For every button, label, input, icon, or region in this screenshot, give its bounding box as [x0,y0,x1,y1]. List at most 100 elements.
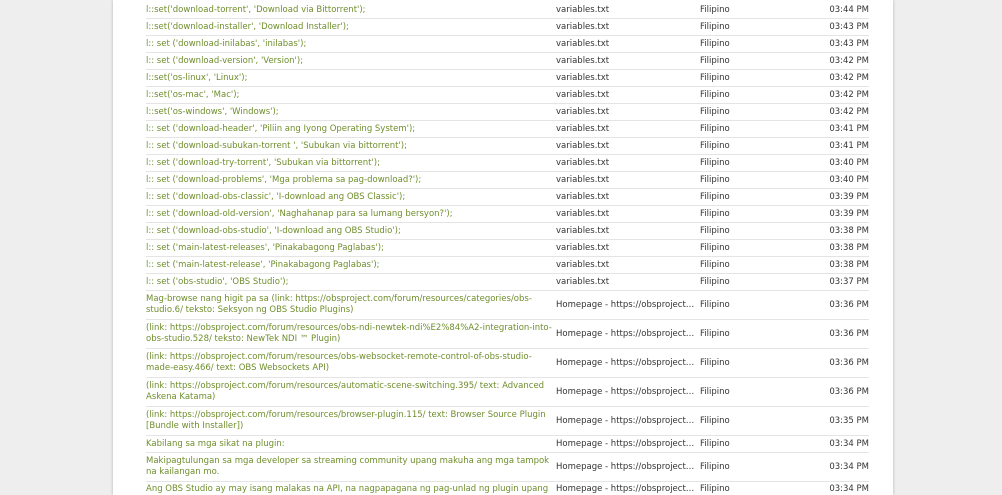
source-text-cell: Kabilang sa mga sikat na plugin: [146,438,285,449]
table-row[interactable]: (link: https://obsproject.com/forum/reso… [146,407,869,436]
file-name-cell: variables.txt [556,72,610,83]
language-cell: Filipino [700,276,730,287]
table-row[interactable]: l::set('os-linux', 'Linux'); variables.tx… [146,70,869,87]
source-text-cell: l:: set ('download-try-torrent', 'Subuka… [146,157,380,168]
language-cell: Filipino [700,386,730,397]
source-text-cell: l:: set ('download-problems', 'Mga probl… [146,174,422,185]
table-row[interactable]: l:: set ('main-latest-releases', 'Pinaka… [146,240,869,257]
timestamp-cell: 03:41 PM [829,123,869,134]
source-text-cell: Makipagtulungan sa mga developer sa stre… [146,456,550,477]
table-row[interactable]: (link: https://obsproject.com/forum/reso… [146,378,869,407]
table-row[interactable]: Ang OBS Studio ay may isang malakas na A… [146,482,869,495]
file-name-cell: Homepage - https://obsproject.c... [556,438,700,449]
file-name-cell: variables.txt [556,38,610,49]
file-name-cell: variables.txt [556,140,610,151]
timestamp-cell: 03:44 PM [829,4,869,15]
language-cell: Filipino [700,259,730,270]
file-name-cell: variables.txt [556,123,610,134]
file-name-cell: variables.txt [556,225,610,236]
table-row[interactable]: l:: set ('download-inilabas', 'inilabas'… [146,36,869,53]
file-name-cell: Homepage - https://obsproject.c... [556,461,700,472]
source-text-cell: l::set('os-linux', 'Linux'); [146,72,248,83]
file-name-cell: variables.txt [556,157,610,168]
file-name-cell: variables.txt [556,191,610,202]
table-row[interactable]: Mag-browse nang higit pa sa (link: https… [146,291,869,320]
source-text-cell: Mag-browse nang higit pa sa (link: https… [146,294,532,315]
file-name-cell: variables.txt [556,242,610,253]
table-row[interactable]: l:: set ('download-version', 'Version');… [146,53,869,70]
language-cell: Filipino [700,174,730,185]
source-text-cell: l::set('os-mac', 'Mac'); [146,89,240,100]
language-cell: Filipino [700,106,730,117]
timestamp-cell: 03:35 PM [829,415,869,426]
timestamp-cell: 03:42 PM [829,72,869,83]
translation-history-list: l::set('download-torrent', 'Download via… [146,2,869,495]
table-row[interactable]: l:: set ('download-header', 'Piliin ang … [146,121,869,138]
source-text-cell: (link: https://obsproject.com/forum/reso… [146,352,532,373]
source-text-cell: l:: set ('obs-studio', 'OBS Studio'); [146,276,289,287]
timestamp-cell: 03:38 PM [829,225,869,236]
timestamp-cell: 03:38 PM [829,259,869,270]
table-row[interactable]: l:: set ('obs-studio', 'OBS Studio'); var… [146,274,869,291]
language-cell: Filipino [700,242,730,253]
source-text-cell: l:: set ('download-header', 'Piliin ang … [146,123,416,134]
language-cell: Filipino [700,225,730,236]
file-name-cell: Homepage - https://obsproject.c... [556,484,700,494]
table-row[interactable]: l:: set ('download-subukan-torrent ', 'S… [146,138,869,155]
file-name-cell: Homepage - https://obsproject.c... [556,357,700,368]
timestamp-cell: 03:40 PM [829,157,869,168]
language-cell: Filipino [700,89,730,100]
file-name-cell: variables.txt [556,208,610,219]
source-text-cell: l::set('os-windows', 'Windows'); [146,106,279,117]
table-row[interactable]: l::set('os-mac', 'Mac'); variables.txt Fil… [146,87,869,104]
timestamp-cell: 03:39 PM [829,191,869,202]
language-cell: Filipino [700,4,730,15]
table-row[interactable]: l:: set ('download-obs-studio', 'I-downl… [146,223,869,240]
language-cell: Filipino [700,72,730,83]
table-row[interactable]: l:: set ('download-problems', 'Mga probl… [146,172,869,189]
source-text-cell: l:: set ('download-subukan-torrent ', 'S… [146,140,407,151]
table-row[interactable]: l:: set ('main-latest-release', 'Pinakab… [146,257,869,274]
source-text-cell: l:: set ('download-obs-classic', 'I-down… [146,191,406,202]
language-cell: Filipino [700,484,730,494]
source-text-cell: l:: set ('download-obs-studio', 'I-downl… [146,225,401,236]
table-row[interactable]: l:: set ('download-old-version', 'Naghah… [146,206,869,223]
timestamp-cell: 03:36 PM [829,328,869,339]
source-text-cell: l:: set ('download-old-version', 'Naghah… [146,208,453,219]
source-text-cell: l:: set ('download-version', 'Version'); [146,55,304,66]
table-row[interactable]: l:: set ('download-obs-classic', 'I-down… [146,189,869,206]
source-text-cell: l:: set ('main-latest-releases', 'Pinaka… [146,242,384,253]
timestamp-cell: 03:36 PM [829,386,869,397]
source-text-cell: l::set('download-installer', 'Download I… [146,21,349,32]
timestamp-cell: 03:34 PM [829,484,869,494]
table-row[interactable]: l::set('download-torrent', 'Download via… [146,2,869,19]
timestamp-cell: 03:34 PM [829,461,869,472]
timestamp-cell: 03:42 PM [829,89,869,100]
table-row[interactable]: Makipagtulungan sa mga developer sa stre… [146,453,869,482]
timestamp-cell: 03:43 PM [829,38,869,49]
file-name-cell: variables.txt [556,259,610,270]
file-name-cell: variables.txt [556,4,610,15]
language-cell: Filipino [700,438,730,449]
file-name-cell: variables.txt [556,89,610,100]
language-cell: Filipino [700,38,730,49]
file-name-cell: variables.txt [556,174,610,185]
file-name-cell: variables.txt [556,106,610,117]
timestamp-cell: 03:42 PM [829,106,869,117]
timestamp-cell: 03:41 PM [829,140,869,151]
file-name-cell: Homepage - https://obsproject.c... [556,386,700,397]
timestamp-cell: 03:38 PM [829,242,869,253]
table-row[interactable]: (link: https://obsproject.com/forum/reso… [146,349,869,378]
file-name-cell: variables.txt [556,21,610,32]
language-cell: Filipino [700,357,730,368]
language-cell: Filipino [700,21,730,32]
timestamp-cell: 03:36 PM [829,299,869,310]
table-row[interactable]: l::set('os-windows', 'Windows'); variable… [146,104,869,121]
table-row[interactable]: l:: set ('download-try-torrent', 'Subuka… [146,155,869,172]
file-name-cell: variables.txt [556,55,610,66]
table-row[interactable]: (link: https://obsproject.com/forum/reso… [146,320,869,349]
file-name-cell: Homepage - https://obsproject.c... [556,328,700,339]
translation-history-panel: l::set('download-torrent', 'Download via… [113,0,893,495]
table-row[interactable]: Kabilang sa mga sikat na plugin: Homepage… [146,436,869,453]
table-row[interactable]: l::set('download-installer', 'Download I… [146,19,869,36]
